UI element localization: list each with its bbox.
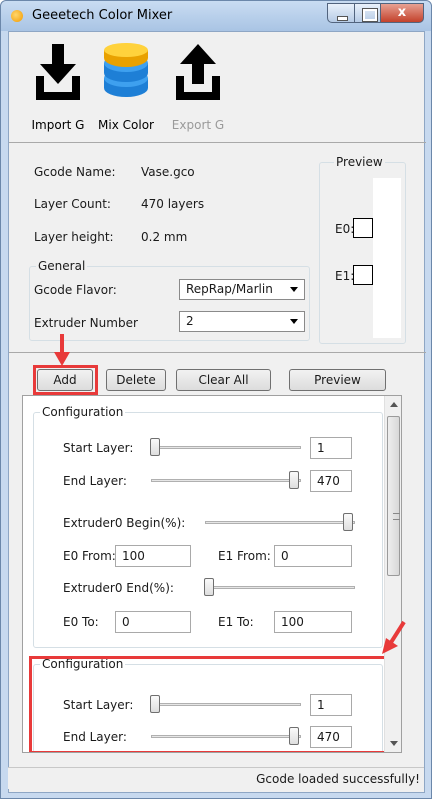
close-icon: x — [397, 5, 407, 20]
minimize-button[interactable] — [327, 3, 355, 23]
layer-height-label: Layer height: — [34, 230, 114, 244]
e0-from-label: E0 From: — [63, 549, 116, 563]
extruder0-end-label: Extruder0 End(%): — [63, 581, 174, 595]
maximize-button[interactable] — [354, 3, 381, 23]
layer-count-label: Layer Count: — [34, 197, 111, 211]
pointer-arrow-icon — [382, 620, 406, 654]
configuration-title: Configuration — [40, 405, 126, 419]
preview-e1-swatch — [353, 265, 373, 285]
download-tray-icon — [36, 44, 80, 100]
scrollbar-thumb[interactable] — [387, 416, 400, 576]
gcode-flavor-value: RepRap/Marlin — [186, 282, 273, 296]
extruder0-end-slider-thumb[interactable] — [204, 578, 214, 596]
extruder0-end-slider[interactable] — [205, 586, 355, 589]
close-button[interactable]: x — [380, 3, 424, 23]
upload-tray-icon — [176, 44, 220, 100]
layer-height-value: 0.2 mm — [141, 230, 188, 244]
configuration-highlight — [29, 656, 387, 752]
e1-from-label: E1 From: — [218, 549, 271, 563]
configuration-scroll-area[interactable]: Configuration Start Layer: 1 End Layer: … — [22, 395, 402, 753]
gcode-name-label: Gcode Name: — [34, 165, 116, 179]
preview-e0-label: E0: — [335, 222, 355, 236]
end-layer-label: End Layer: — [63, 474, 127, 488]
e0-to-input[interactable]: 0 — [115, 611, 191, 633]
import-g-button[interactable]: Import G — [25, 42, 91, 134]
preview-strip — [373, 178, 401, 338]
extruder0-begin-slider-thumb[interactable] — [343, 513, 353, 531]
clear-all-button[interactable]: Clear All — [176, 369, 271, 391]
e1-from-input[interactable]: 0 — [274, 545, 352, 567]
export-g-button[interactable]: Export G — [165, 42, 231, 134]
gcode-flavor-label: Gcode Flavor: — [34, 283, 117, 297]
end-layer-slider[interactable] — [151, 479, 301, 482]
add-button-highlight — [33, 365, 98, 395]
e1-to-label: E1 To: — [218, 615, 254, 629]
extruder-number-label: Extruder Number — [34, 316, 138, 330]
start-layer-label: Start Layer: — [63, 441, 134, 455]
vertical-scrollbar[interactable] — [384, 396, 401, 752]
mix-color-label: Mix Color — [98, 118, 154, 132]
window-title: Geeetech Color Mixer — [32, 8, 173, 23]
preview-e0-swatch — [353, 218, 373, 238]
e1-to-input[interactable]: 100 — [274, 611, 352, 633]
gcode-name-value: Vase.gco — [141, 165, 195, 179]
delete-button[interactable]: Delete — [106, 369, 166, 391]
grip-icon — [393, 513, 400, 520]
e0-to-label: E0 To: — [63, 615, 99, 629]
database-icon — [104, 43, 148, 97]
section-divider — [9, 352, 426, 353]
extruder-number-select[interactable]: 2 — [179, 311, 305, 332]
extruder-number-value: 2 — [186, 314, 194, 328]
general-group-title: General — [36, 259, 88, 273]
start-layer-slider-thumb[interactable] — [150, 438, 160, 456]
preview-group-title: Preview — [334, 155, 385, 169]
extruder0-begin-slider[interactable] — [205, 521, 355, 524]
layer-count-value: 470 layers — [141, 197, 205, 211]
scroll-up-icon[interactable] — [390, 402, 398, 407]
end-layer-slider-thumb[interactable] — [289, 471, 299, 489]
end-layer-input[interactable]: 470 — [310, 470, 352, 492]
chevron-down-icon — [290, 287, 298, 292]
toolbar-divider — [9, 142, 426, 143]
scroll-down-icon[interactable] — [390, 741, 398, 746]
mix-color-button[interactable]: Mix Color — [93, 42, 159, 134]
chevron-down-icon — [290, 319, 298, 324]
preview-button[interactable]: Preview — [289, 369, 386, 391]
app-icon — [11, 10, 23, 22]
title-bar[interactable]: Geeetech Color Mixer x — [1, 1, 431, 31]
preview-e1-label: E1: — [335, 269, 355, 283]
status-text: Gcode loaded successfully! — [256, 772, 420, 786]
import-g-label: Import G — [31, 118, 85, 132]
extruder0-begin-label: Extruder0 Begin(%): — [63, 516, 186, 530]
start-layer-input[interactable]: 1 — [310, 437, 352, 459]
export-g-label: Export G — [171, 118, 225, 132]
e0-from-input[interactable]: 100 — [115, 545, 191, 567]
status-bar: Gcode loaded successfully! — [8, 767, 424, 789]
gcode-flavor-select[interactable]: RepRap/Marlin — [179, 279, 305, 300]
start-layer-slider[interactable] — [151, 446, 301, 449]
pointer-arrow-icon — [54, 334, 70, 366]
